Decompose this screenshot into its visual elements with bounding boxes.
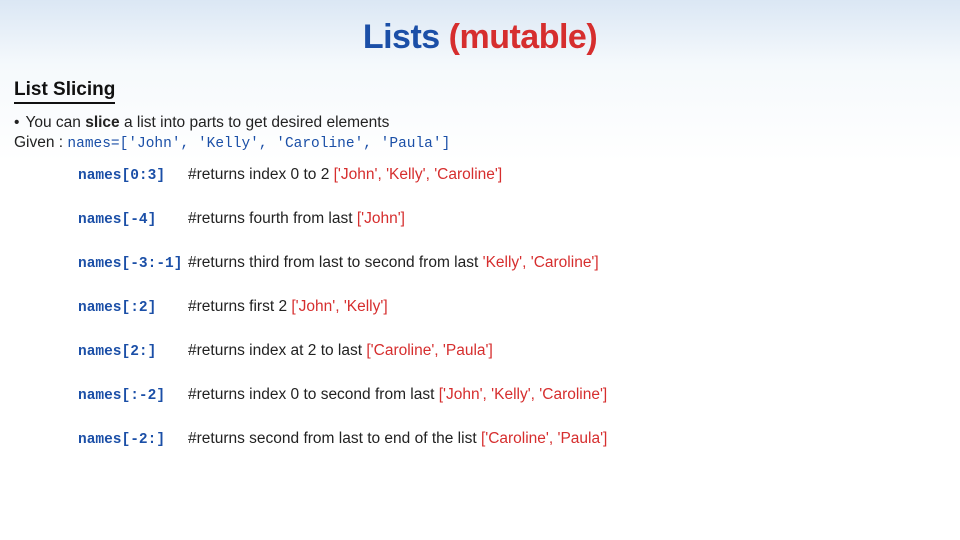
given-code: names=['John', 'Kelly', 'Caroline', 'Pau… — [67, 136, 450, 152]
example-desc: #returns second from last to end of the … — [188, 430, 607, 448]
example-code: names[:2] — [78, 300, 188, 316]
example-comment: #returns index 0 to second from last — [188, 386, 439, 403]
intro-post: a list into parts to get desired element… — [120, 114, 390, 131]
intro-strong: slice — [85, 114, 119, 131]
example-desc: #returns first 2 ['John', 'Kelly'] — [188, 298, 388, 316]
example-row: names[-2:] #returns second from last to … — [78, 430, 946, 448]
slide-title: Lists (mutable) — [14, 18, 946, 57]
example-desc: #returns index 0 to second from last ['J… — [188, 386, 607, 404]
example-comment: #returns second from last to end of the … — [188, 430, 481, 447]
bullet-icon: • — [14, 114, 19, 131]
example-row: names[-3:-1] #returns third from last to… — [78, 254, 946, 272]
example-code: names[-4] — [78, 212, 188, 228]
intro-pre: You can — [25, 114, 85, 131]
example-comment: #returns fourth from last — [188, 210, 357, 227]
example-result: ['John', 'Kelly', 'Caroline'] — [439, 386, 608, 403]
example-row: names[:-2] #returns index 0 to second fr… — [78, 386, 946, 404]
intro-line: • You can slice a list into parts to get … — [14, 114, 946, 132]
example-row: names[2:] #returns index at 2 to last ['… — [78, 342, 946, 360]
example-row: names[-4] #returns fourth from last ['Jo… — [78, 210, 946, 228]
example-result: ['John'] — [357, 210, 405, 227]
given-label: Given : — [14, 134, 67, 151]
title-word-1: Lists — [363, 18, 449, 56]
example-result: ['Caroline', 'Paula'] — [366, 342, 492, 359]
example-row: names[:2] #returns first 2 ['John', 'Kel… — [78, 298, 946, 316]
examples-list: names[0:3] #returns index 0 to 2 ['John'… — [78, 166, 946, 448]
example-comment: #returns first 2 — [188, 298, 291, 315]
example-desc: #returns index at 2 to last ['Caroline',… — [188, 342, 493, 360]
section-heading: List Slicing — [14, 79, 115, 104]
given-line: Given : names=['John', 'Kelly', 'Carolin… — [14, 134, 946, 152]
example-code: names[-3:-1] — [78, 256, 188, 272]
example-code: names[:-2] — [78, 388, 188, 404]
example-result: ['John', 'Kelly'] — [291, 298, 387, 315]
example-result: ['Caroline', 'Paula'] — [481, 430, 607, 447]
slide: Lists (mutable) List Slicing • You can sl… — [0, 0, 960, 540]
example-desc: #returns fourth from last ['John'] — [188, 210, 405, 228]
example-comment: #returns index at 2 to last — [188, 342, 366, 359]
example-result: 'Kelly', 'Caroline'] — [483, 254, 599, 271]
example-desc: #returns index 0 to 2 ['John', 'Kelly', … — [188, 166, 502, 184]
example-comment: #returns index 0 to 2 — [188, 166, 334, 183]
example-comment: #returns third from last to second from … — [188, 254, 483, 271]
example-result: ['John', 'Kelly', 'Caroline'] — [334, 166, 503, 183]
title-word-2: (mutable) — [449, 18, 598, 56]
example-desc: #returns third from last to second from … — [188, 254, 599, 272]
example-code: names[0:3] — [78, 168, 188, 184]
example-row: names[0:3] #returns index 0 to 2 ['John'… — [78, 166, 946, 184]
example-code: names[2:] — [78, 344, 188, 360]
section-heading-wrap: List Slicing — [14, 79, 946, 110]
example-code: names[-2:] — [78, 432, 188, 448]
